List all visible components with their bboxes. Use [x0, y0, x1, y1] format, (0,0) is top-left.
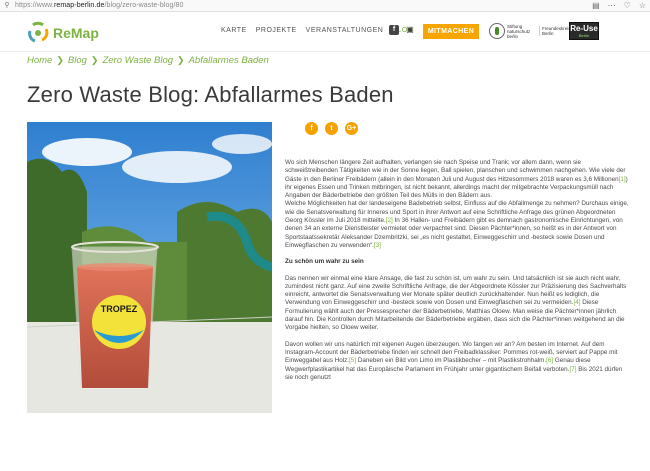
- paragraph: Davon wollen wir uns natürlich mit eigen…: [285, 340, 623, 381]
- browser-toolbar-icons: ▤ ⋯ ♡ ☆: [592, 1, 646, 11]
- footnote-link[interactable]: [3]: [374, 242, 381, 249]
- article-body: Wo sich Menschen längere Zeit aufhalten,…: [285, 159, 630, 390]
- lock-icon: ⚲: [4, 1, 10, 9]
- breadcrumb-current: Abfallarmes Baden: [188, 55, 269, 66]
- breadcrumb-zero-waste[interactable]: Zero Waste Blog: [102, 55, 173, 66]
- main-nav: KARTE PROJEKTE VERANSTALTUNGEN BLOG: [221, 27, 414, 34]
- breadcrumb-blog[interactable]: Blog: [68, 55, 87, 66]
- bookmark-icon[interactable]: ☆: [639, 1, 646, 11]
- paragraph: Das nennen wir einmal eine klare Ansage,…: [285, 274, 627, 332]
- footnote-link[interactable]: [1]: [619, 176, 626, 183]
- reuse-berlin-logo[interactable]: Re-Use Berlin: [569, 22, 599, 40]
- page-title: Zero Waste Blog: Abfallarmes Baden: [27, 82, 394, 107]
- remap-logo[interactable]: ReMap: [26, 21, 99, 45]
- logo-text: ReMap: [53, 25, 99, 41]
- paragraph: Wo sich Menschen längere Zeit aufhalten,…: [285, 159, 629, 249]
- more-icon[interactable]: ⋯: [608, 1, 616, 11]
- cup-photo: TROPEZ: [27, 122, 272, 413]
- browser-address-bar[interactable]: ⚲ https://www.remap-berlin.de/blog/zero-…: [0, 0, 650, 12]
- article-photo: TROPEZ: [27, 122, 272, 413]
- freundeskreis-logo[interactable]: Freundeskreis Berlin: [539, 26, 571, 36]
- nav-item-karte[interactable]: KARTE: [221, 27, 247, 34]
- stiftung-naturschutz-logo[interactable]: Stiftung naturschutz berlin: [489, 23, 535, 39]
- section-heading: Zu schön um wahr zu sein: [285, 258, 364, 266]
- footnote-link[interactable]: [2]: [386, 217, 393, 224]
- chevron-right-icon: ❯: [90, 55, 99, 65]
- breadcrumb-home[interactable]: Home: [27, 55, 52, 66]
- mitmachen-button[interactable]: MITMACHEN: [423, 24, 479, 39]
- pocket-icon[interactable]: ♡: [624, 1, 631, 11]
- header-social: f ▣: [389, 25, 415, 35]
- tree-logo-icon: [489, 23, 505, 39]
- share-googleplus-icon[interactable]: G+: [345, 122, 358, 135]
- url-text[interactable]: https://www.remap-berlin.de/blog/zero-wa…: [15, 2, 184, 9]
- site-header: ReMap KARTE PROJEKTE VERANSTALTUNGEN BLO…: [0, 12, 650, 52]
- facebook-icon[interactable]: f: [389, 25, 399, 35]
- share-twitter-icon[interactable]: t: [325, 122, 338, 135]
- cup-label-text: TROPEZ: [101, 304, 138, 314]
- nav-item-veranstaltungen[interactable]: VERANSTALTUNGEN: [306, 27, 384, 34]
- instagram-icon[interactable]: ▣: [405, 25, 415, 35]
- breadcrumb: Home ❯ Blog ❯ Zero Waste Blog ❯ Abfallar…: [27, 55, 269, 66]
- partner-logos: Stiftung naturschutz berlin Freundeskrei…: [489, 22, 599, 40]
- reader-icon[interactable]: ▤: [592, 1, 600, 11]
- nav-item-projekte[interactable]: PROJEKTE: [256, 27, 297, 34]
- chevron-right-icon: ❯: [56, 55, 64, 65]
- chevron-right-icon: ❯: [177, 55, 185, 65]
- share-buttons: f t G+: [305, 122, 358, 135]
- share-facebook-icon[interactable]: f: [305, 122, 318, 135]
- recycle-logo-icon: [28, 21, 49, 43]
